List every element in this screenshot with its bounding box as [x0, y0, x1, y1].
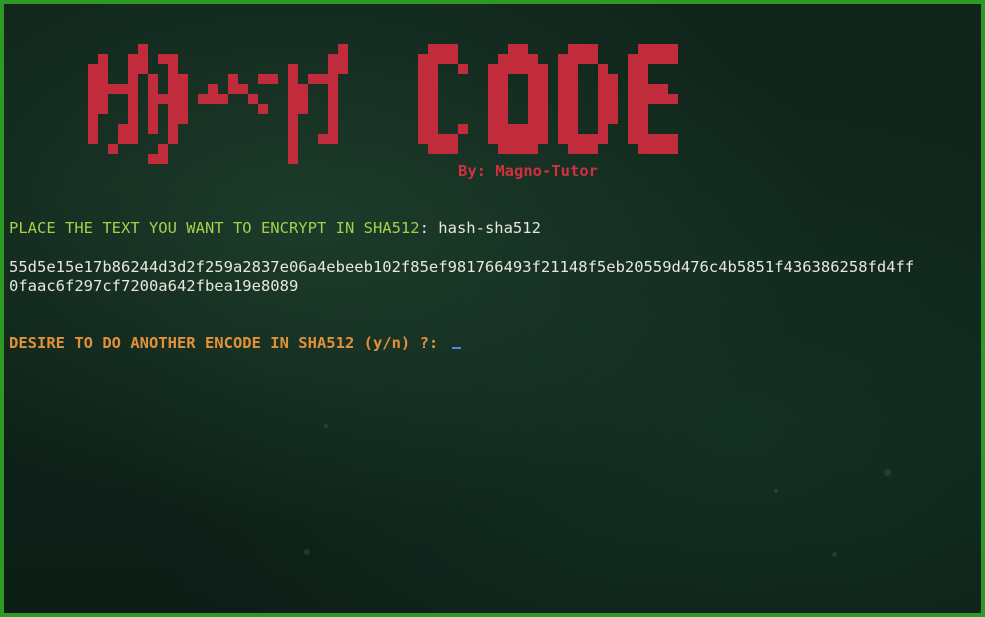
logo-pixel-block	[558, 54, 568, 144]
logo-pixel-block	[628, 54, 638, 144]
logo-pixel-block	[258, 104, 268, 114]
background-speck	[884, 469, 891, 476]
logo-pixel-block	[578, 44, 598, 64]
logo-pixel-block	[458, 124, 468, 134]
logo-pixel-block	[308, 74, 328, 84]
background-speck	[304, 549, 310, 555]
logo-pixel-block	[158, 94, 178, 104]
logo-pixel-block	[98, 54, 108, 114]
logo-pixel-block	[578, 134, 598, 154]
logo-pixel-block	[508, 124, 528, 154]
logo-pixel-block	[208, 84, 218, 104]
encrypt-prompt-label: PLACE THE TEXT YOU WANT TO ENCRYPT IN SH…	[9, 219, 420, 237]
logo-pixel-block	[218, 94, 228, 104]
logo-pixel-block	[538, 64, 548, 144]
terminal-window[interactable]: By: Magno-Tutor PLACE THE TEXT YOU WANT …	[0, 0, 985, 617]
logo-pixel-block	[88, 64, 98, 144]
entered-text: hash-sha512	[438, 219, 541, 237]
logo-pixel-block	[248, 94, 258, 104]
logo-pixel-block	[648, 84, 668, 104]
logo-pixel-block	[288, 64, 298, 164]
logo-pixel-block	[458, 64, 468, 74]
hash-output-line-2: 0faac6f297cf7200a642fbea19e8089	[9, 277, 299, 295]
another-encode-prompt[interactable]: DESIRE TO DO ANOTHER ENCODE IN SHA512 (y…	[9, 334, 461, 353]
logo-pixel-block	[158, 144, 168, 164]
logo-pixel-block	[228, 74, 238, 94]
text-cursor[interactable]	[451, 347, 461, 349]
author-byline: By: Magno-Tutor	[458, 162, 598, 180]
logo-pixel-block	[568, 44, 578, 154]
logo-pixel-block	[418, 54, 428, 144]
logo-pixel-block	[638, 44, 648, 154]
logo-pixel-block	[178, 74, 188, 124]
logo-pixel-block	[108, 144, 118, 154]
logo-pixel-block	[238, 84, 248, 94]
logo-pixel-block	[508, 44, 528, 74]
hash-code-logo	[88, 44, 678, 174]
logo-pixel-block	[488, 64, 498, 144]
logo-pixel-block	[258, 74, 278, 84]
logo-pixel-block	[138, 44, 148, 74]
prompt-separator: :	[419, 219, 439, 237]
logo-pixel-block	[598, 64, 608, 144]
logo-pixel-block	[338, 44, 348, 74]
logo-pixel-block	[438, 44, 458, 64]
logo-pixel-block	[128, 54, 138, 144]
background-speck	[774, 489, 778, 493]
encrypt-prompt-line: PLACE THE TEXT YOU WANT TO ENCRYPT IN SH…	[9, 219, 541, 238]
logo-pixel-block	[438, 134, 458, 154]
logo-pixel-block	[428, 44, 438, 154]
hash-output-line-1: 55d5e15e17b86244d3d2f259a2837e06a4ebeeb1…	[9, 258, 915, 276]
logo-pixel-block	[648, 134, 678, 154]
logo-pixel-block	[528, 54, 538, 154]
logo-pixel-block	[318, 134, 328, 144]
logo-pixel-block	[668, 94, 678, 104]
logo-pixel-block	[608, 74, 618, 124]
background-speck	[324, 424, 328, 428]
another-encode-question: DESIRE TO DO ANOTHER ENCODE IN SHA512 (y…	[9, 334, 448, 352]
logo-pixel-block	[148, 74, 158, 134]
logo-pixel-block	[108, 84, 128, 94]
logo-pixel-block	[648, 44, 678, 64]
logo-pixel-block	[298, 84, 308, 114]
logo-pixel-block	[328, 54, 338, 144]
logo-pixel-block	[158, 54, 178, 64]
logo-pixel-block	[118, 124, 128, 144]
logo-pixel-block	[498, 54, 508, 154]
logo-pixel-block	[148, 154, 158, 164]
background-speck	[832, 552, 837, 557]
